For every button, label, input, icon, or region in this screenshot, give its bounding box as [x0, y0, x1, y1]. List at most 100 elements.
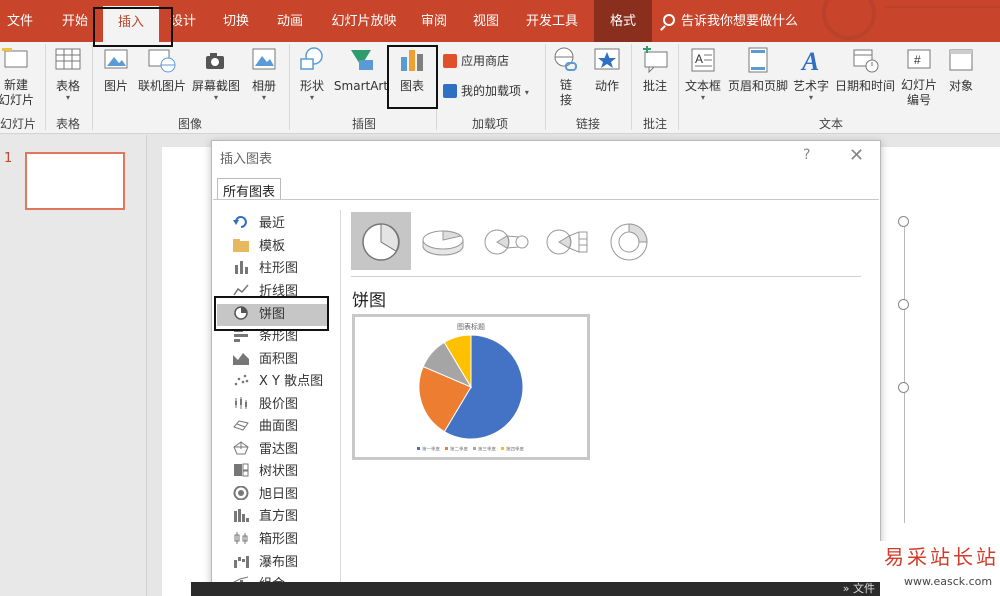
online-picture-button[interactable]: 联机图片	[136, 46, 188, 94]
screenshot-button[interactable]: 屏幕截图 ▾	[190, 46, 242, 102]
action-button[interactable]: 动作	[590, 46, 624, 94]
my-addins-button[interactable]: 我的加载项 ▾	[443, 82, 529, 102]
divider	[351, 276, 861, 277]
textbox-button[interactable]: A 文本框 ▾	[682, 46, 724, 102]
comment-button[interactable]: 批注	[637, 45, 673, 94]
wordart-label: 艺术字	[792, 79, 829, 93]
legend-label: 第四季度	[506, 446, 524, 453]
subtype-bar-of-pie[interactable]	[537, 212, 597, 270]
shapes-label: 形状	[299, 79, 324, 93]
tell-me-search[interactable]: 告诉我你想要做什么	[663, 0, 798, 42]
category-label: 瀑布图	[259, 555, 299, 570]
slide-thumbnail[interactable]	[25, 152, 125, 210]
shapes-button[interactable]: 形状 ▾	[294, 46, 330, 102]
watermark-brand: 易采站长站 www.easck.com	[880, 541, 1000, 596]
category-surface[interactable]: 曲面图	[217, 416, 329, 438]
taskbar: » 文件	[191, 582, 881, 596]
separator	[545, 44, 546, 130]
tab-developer[interactable]: 开发工具	[518, 0, 586, 42]
wordart-button[interactable]: A 艺术字 ▾	[792, 46, 830, 102]
chart-preview[interactable]: 图表标题 第一季度 第二季度 第三季度 第四季度	[352, 314, 590, 460]
screenshot-label: 屏幕截图	[191, 79, 240, 93]
album-button[interactable]: 相册 ▾	[246, 46, 282, 102]
tab-format[interactable]: 格式	[594, 0, 652, 42]
subtype-doughnut[interactable]	[599, 212, 659, 270]
picture-icon	[102, 46, 130, 74]
line-chart-icon	[233, 283, 249, 297]
category-template[interactable]: 模板	[217, 236, 329, 258]
category-sunburst[interactable]: 旭日图	[217, 484, 329, 506]
resize-handle[interactable]	[898, 382, 909, 393]
category-label: 面积图	[259, 352, 299, 367]
category-label: 柱形图	[259, 261, 299, 276]
category-stock[interactable]: 股价图	[217, 394, 329, 416]
waterfall-chart-icon	[233, 554, 249, 568]
highlight-box-pie-category	[214, 296, 329, 331]
category-recent[interactable]: 最近	[217, 213, 329, 235]
group-tables-label: 表格	[55, 117, 80, 131]
separator	[631, 44, 632, 130]
category-label: X Y 散点图	[259, 374, 324, 389]
help-button[interactable]: ?	[803, 147, 810, 163]
object-button[interactable]: 对象	[942, 46, 980, 94]
slide-number-button[interactable]: # 幻灯片 编号	[898, 46, 940, 108]
tab-animations[interactable]: 动画	[268, 0, 312, 42]
pie-subtype-icon	[362, 223, 400, 261]
dialog-body: 最近 模板 柱形图 折线图 饼图 条形图 面积图 X Y 散点图 股价图 曲面图…	[213, 199, 879, 596]
new-slide-button[interactable]: 新建 幻灯片	[0, 46, 38, 108]
picture-button[interactable]: 图片	[98, 46, 134, 94]
slide-thumbnails-panel: 1	[0, 135, 147, 596]
category-scatter[interactable]: X Y 散点图	[217, 371, 329, 393]
link-icon	[552, 46, 580, 74]
tab-file[interactable]: 文件	[0, 0, 40, 42]
slide-number-icon: #	[905, 46, 933, 74]
tab-home[interactable]: 开始	[52, 0, 98, 42]
subtype-pie[interactable]	[351, 212, 411, 270]
powerpoint-window: { "tabs": ["文件", "开始", "插入", "设计", "切换",…	[0, 0, 1000, 596]
datetime-button[interactable]: 日期和时间	[832, 46, 898, 94]
treemap-chart-icon	[233, 463, 249, 477]
comment-icon	[641, 45, 669, 74]
category-label: 最近	[259, 216, 286, 231]
watermark-logo-icon	[822, 0, 876, 40]
svg-text:A: A	[695, 52, 703, 66]
legend-label: 第二季度	[450, 446, 468, 453]
search-icon	[663, 14, 675, 26]
picture-label: 图片	[103, 79, 128, 93]
area-chart-icon	[233, 351, 249, 365]
category-column[interactable]: 柱形图	[217, 258, 329, 280]
shapes-icon	[298, 46, 326, 74]
resize-handle[interactable]	[898, 216, 909, 227]
taskbar-label[interactable]: » 文件	[843, 582, 875, 596]
addins-icon	[443, 84, 457, 98]
resize-handle[interactable]	[898, 299, 909, 310]
folder-icon	[233, 238, 249, 252]
watermark-text: 易采站长站	[884, 545, 999, 569]
subtype-3d-pie[interactable]	[413, 212, 473, 270]
smartart-button[interactable]: SmartArt	[333, 46, 389, 94]
table-button[interactable]: 表格 ▾	[50, 46, 86, 102]
object-label: 对象	[948, 79, 973, 93]
svg-text:A: A	[800, 47, 819, 74]
header-footer-icon	[744, 46, 772, 74]
category-treemap[interactable]: 树状图	[217, 461, 329, 483]
category-boxwhisker[interactable]: 箱形图	[217, 529, 329, 551]
legend-swatch	[445, 447, 448, 450]
category-area[interactable]: 面积图	[217, 349, 329, 371]
dialog-title: 插入图表	[220, 152, 273, 167]
category-waterfall[interactable]: 瀑布图	[217, 552, 329, 574]
selected-chart-heading: 饼图	[352, 291, 386, 311]
tab-transitions[interactable]: 切换	[214, 0, 258, 42]
link-button[interactable]: 链 接	[551, 46, 581, 108]
store-button[interactable]: 应用商店	[443, 52, 509, 70]
svg-text:#: #	[914, 53, 921, 67]
tab-view[interactable]: 视图	[466, 0, 506, 42]
header-footer-button[interactable]: 页眉和页脚	[724, 46, 792, 94]
category-radar[interactable]: 雷达图	[217, 439, 329, 461]
subtype-pie-of-pie[interactable]	[475, 212, 535, 270]
store-icon	[443, 54, 457, 68]
category-histogram[interactable]: 直方图	[217, 506, 329, 528]
tab-review[interactable]: 审阅	[414, 0, 454, 42]
tab-slideshow[interactable]: 幻灯片放映	[322, 0, 406, 42]
close-icon[interactable]: ✕	[849, 145, 864, 166]
